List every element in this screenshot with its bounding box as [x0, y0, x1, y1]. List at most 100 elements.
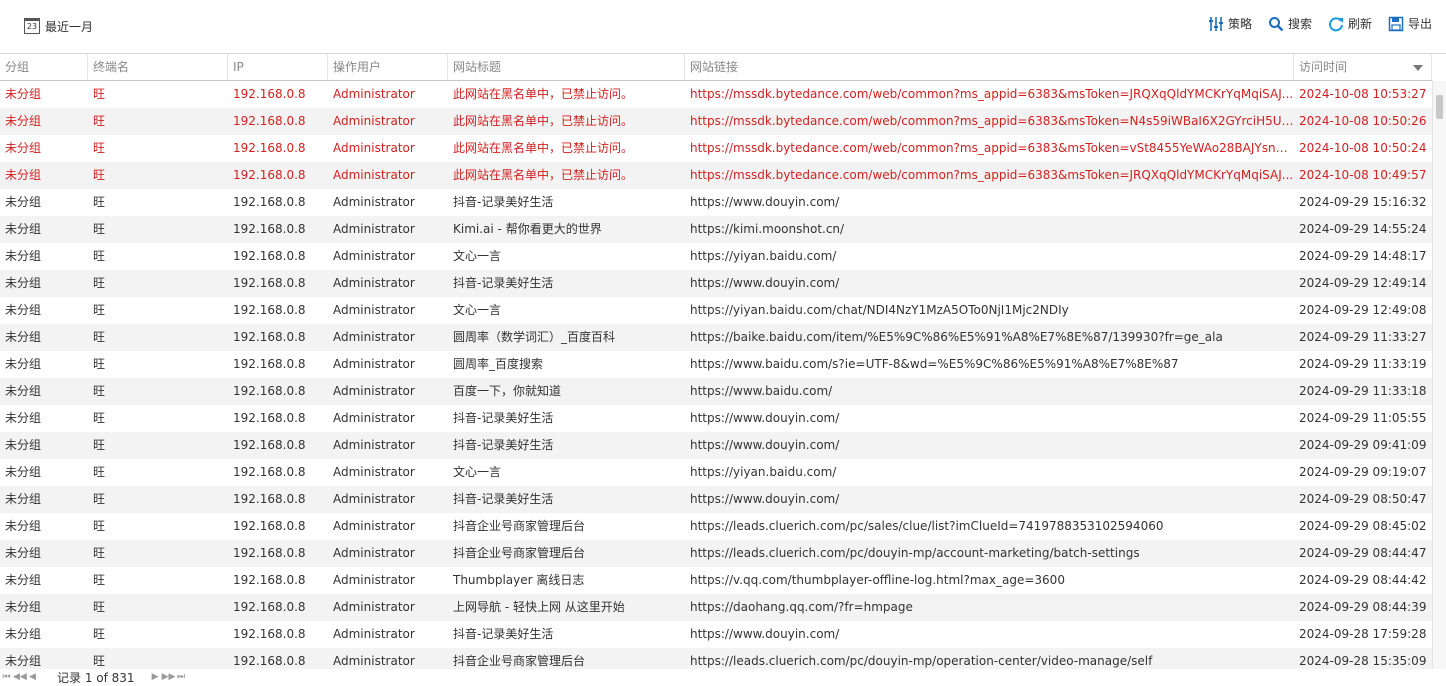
cell-terminal: 旺 [93, 492, 106, 506]
cell-title: 抖音-记录美好生活 [453, 627, 554, 641]
prev-page-button[interactable]: ◀ [26, 672, 39, 682]
table-row[interactable]: 未分组 旺 192.168.0.8 Administrator 此网站在黑名单中，已禁止… [0, 81, 1432, 108]
column-header-group[interactable]: 分组 [0, 54, 88, 80]
prev-block-button[interactable]: ◀◀ [13, 672, 27, 682]
search-button[interactable]: 搜索 [1268, 15, 1312, 32]
cell-user: Administrator [333, 249, 415, 263]
cell-terminal: 旺 [93, 87, 106, 101]
table-row[interactable]: 未分组 旺 192.168.0.8 Administrator 此网站在黑名单中，已禁止… [0, 108, 1432, 135]
cell-url: https://mssdk.bytedance.com/web/common?m… [690, 168, 1294, 182]
table-row[interactable]: 未分组 旺 192.168.0.8 Administrator 百度一下，你就知道 htt… [0, 378, 1432, 405]
policy-button[interactable]: 策略 [1208, 15, 1252, 32]
table-row[interactable]: 未分组 旺 192.168.0.8 Administrator 文心一言 https://… [0, 459, 1432, 486]
table-row[interactable]: 未分组 旺 192.168.0.8 Administrator Thumbplayer … [0, 567, 1432, 594]
cell-time: 2024-09-29 08:44:47 [1299, 546, 1427, 560]
table-row[interactable]: 未分组 旺 192.168.0.8 Administrator 文心一言 https://… [0, 297, 1432, 324]
vertical-scrollbar[interactable] [1432, 81, 1446, 669]
cell-url: https://leads.cluerich.com/pc/douyin-mp/… [690, 654, 1153, 668]
cell-group: 未分组 [5, 249, 42, 263]
column-header-terminal[interactable]: 终端名 [88, 54, 228, 80]
cell-time: 2024-09-29 12:49:08 [1299, 303, 1427, 317]
cell-user: Administrator [333, 330, 415, 344]
cell-group: 未分组 [5, 465, 42, 479]
cell-ip: 192.168.0.8 [233, 627, 306, 641]
column-header-url[interactable]: 网站链接 [685, 54, 1294, 80]
scrollbar-thumb[interactable] [1436, 95, 1443, 119]
table-row[interactable]: 未分组 旺 192.168.0.8 Administrator 抖音-记录美好生活 htt… [0, 486, 1432, 513]
table-row[interactable]: 未分组 旺 192.168.0.8 Administrator 上网导航 - 轻快上网 … [0, 594, 1432, 621]
table-row[interactable]: 未分组 旺 192.168.0.8 Administrator 抖音企业号商家管理后台 h… [0, 540, 1432, 567]
table-row[interactable]: 未分组 旺 192.168.0.8 Administrator Kimi.ai - 帮你… [0, 216, 1432, 243]
table-row[interactable]: 未分组 旺 192.168.0.8 Administrator 抖音企业号商家管理后台 h… [0, 648, 1432, 669]
table-row[interactable]: 未分组 旺 192.168.0.8 Administrator 抖音-记录美好生活 htt… [0, 405, 1432, 432]
pagination-bar: ⏮ ◀◀ ◀ 记录 1 of 831 ▶ ▶▶ ⏭ [0, 668, 1446, 686]
column-header-user[interactable]: 操作用户 [328, 54, 448, 80]
cell-ip: 192.168.0.8 [233, 600, 306, 614]
cell-terminal: 旺 [93, 573, 106, 587]
cell-ip: 192.168.0.8 [233, 411, 306, 425]
record-count: 记录 1 of 831 [57, 670, 135, 685]
cell-group: 未分组 [5, 573, 42, 587]
cell-user: Administrator [333, 222, 415, 236]
cell-terminal: 旺 [93, 546, 106, 560]
cell-user: Administrator [333, 141, 415, 155]
cell-time: 2024-09-29 08:44:42 [1299, 573, 1427, 587]
calendar-icon: 23 [24, 18, 40, 34]
cell-terminal: 旺 [93, 303, 106, 317]
column-header-ip[interactable]: IP [228, 54, 328, 80]
table-row[interactable]: 未分组 旺 192.168.0.8 Administrator 圆周率_百度搜索 http… [0, 351, 1432, 378]
cell-group: 未分组 [5, 600, 42, 614]
cell-ip: 192.168.0.8 [233, 249, 306, 263]
cell-group: 未分组 [5, 357, 42, 371]
table-row[interactable]: 未分组 旺 192.168.0.8 Administrator 此网站在黑名单中，已禁止… [0, 135, 1432, 162]
cell-user: Administrator [333, 168, 415, 182]
cell-url: https://www.douyin.com/ [690, 492, 840, 506]
last-page-button[interactable]: ⏭ [175, 672, 188, 682]
cell-terminal: 旺 [93, 276, 106, 290]
date-range-filter[interactable]: 23 最近一月 [24, 16, 93, 36]
cell-ip: 192.168.0.8 [233, 546, 306, 560]
next-block-button[interactable]: ▶▶ [162, 672, 176, 682]
table-row[interactable]: 未分组 旺 192.168.0.8 Administrator 此网站在黑名单中，已禁止… [0, 162, 1432, 189]
cell-ip: 192.168.0.8 [233, 492, 306, 506]
export-button[interactable]: 导出 [1388, 15, 1432, 32]
cell-title: Thumbplayer 离线日志 [453, 573, 585, 587]
cell-title: Kimi.ai - 帮你看更大的世界 [453, 222, 602, 236]
cell-group: 未分组 [5, 627, 42, 641]
column-header-title[interactable]: 网站标题 [448, 54, 685, 80]
cell-terminal: 旺 [93, 114, 106, 128]
table-header: 分组 终端名 IP 操作用户 网站标题 网站链接 访问时间 [0, 54, 1432, 81]
cell-terminal: 旺 [93, 384, 106, 398]
table-row[interactable]: 未分组 旺 192.168.0.8 Administrator 抖音-记录美好生活 htt… [0, 189, 1432, 216]
cell-url: https://daohang.qq.com/?fr=hmpage [690, 600, 913, 614]
cell-time: 2024-10-08 10:53:27 [1299, 87, 1427, 101]
table-row[interactable]: 未分组 旺 192.168.0.8 Administrator 抖音-记录美好生活 htt… [0, 270, 1432, 297]
table-row[interactable]: 未分组 旺 192.168.0.8 Administrator 抖音企业号商家管理后台 h… [0, 513, 1432, 540]
cell-user: Administrator [333, 438, 415, 452]
table-row[interactable]: 未分组 旺 192.168.0.8 Administrator 抖音-记录美好生活 htt… [0, 432, 1432, 459]
search-icon [1268, 16, 1284, 31]
table-row[interactable]: 未分组 旺 192.168.0.8 Administrator 文心一言 https://… [0, 243, 1432, 270]
table-row[interactable]: 未分组 旺 192.168.0.8 Administrator 圆周率（数学词汇）_百度… [0, 324, 1432, 351]
cell-group: 未分组 [5, 519, 42, 533]
cell-title: 抖音企业号商家管理后台 [453, 654, 586, 668]
cell-terminal: 旺 [93, 222, 106, 236]
cell-ip: 192.168.0.8 [233, 276, 306, 290]
cell-url: https://kimi.moonshot.cn/ [690, 222, 845, 236]
column-header-time[interactable]: 访问时间 [1294, 54, 1432, 80]
cell-time: 2024-09-29 14:48:17 [1299, 249, 1427, 263]
cell-url: https://www.douyin.com/ [690, 195, 840, 209]
cell-title: 此网站在黑名单中，已禁止访问。 [453, 87, 634, 101]
cell-title: 圆周率（数学词汇）_百度百科 [453, 330, 616, 344]
cell-user: Administrator [333, 546, 415, 560]
cell-time: 2024-09-29 09:41:09 [1299, 438, 1427, 452]
refresh-button[interactable]: 刷新 [1328, 15, 1372, 32]
cell-title: 文心一言 [453, 465, 502, 479]
cell-url: https://www.douyin.com/ [690, 411, 840, 425]
cell-terminal: 旺 [93, 519, 106, 533]
visit-log-table: 分组 终端名 IP 操作用户 网站标题 网站链接 访问时间 未分组旺 192.16… [0, 53, 1446, 669]
cell-url: https://mssdk.bytedance.com/web/common?m… [690, 114, 1294, 128]
next-page-button[interactable]: ▶ [149, 672, 162, 682]
first-page-button[interactable]: ⏮ [0, 672, 13, 682]
table-row[interactable]: 未分组 旺 192.168.0.8 Administrator 抖音-记录美好生活 htt… [0, 621, 1432, 648]
